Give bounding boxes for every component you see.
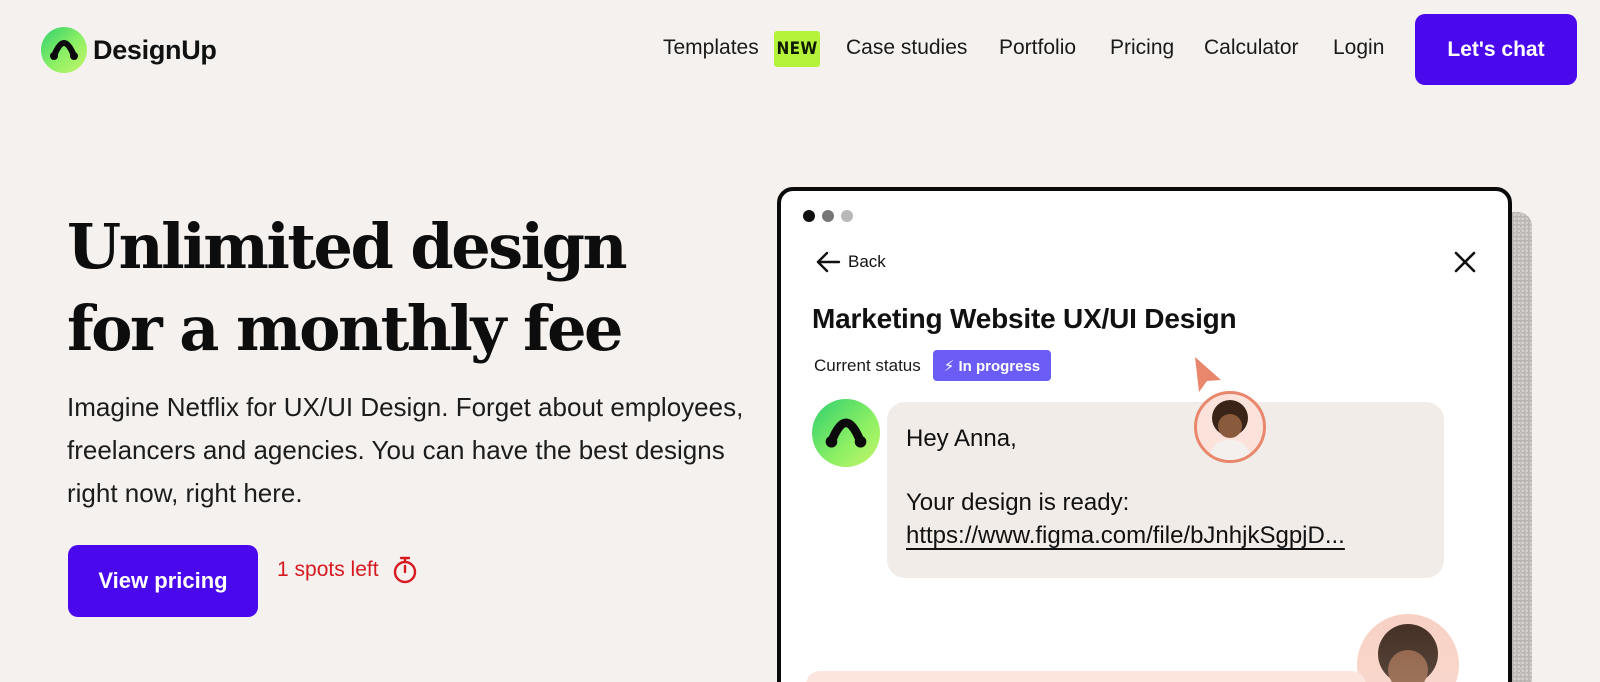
project-title: Marketing Website UX/UI Design [812, 303, 1237, 334]
hero-title-line1: Unlimited design [67, 210, 628, 283]
back-label: Back [848, 252, 886, 271]
window-dot-icon [803, 210, 815, 222]
status-label: Current status [814, 355, 921, 375]
lets-chat-button[interactable]: Let's chat [1415, 14, 1577, 85]
view-pricing-button[interactable]: View pricing [68, 545, 258, 617]
nav-portfolio[interactable]: Portfolio [999, 35, 1076, 61]
nav-calculator[interactable]: Calculator [1204, 35, 1299, 61]
message-greeting: Hey Anna, [906, 425, 1017, 452]
hero-title-line2: for a monthly fee [67, 292, 624, 365]
designup-avatar [812, 399, 880, 467]
window-dot-icon [822, 210, 834, 222]
logo-icon [825, 418, 867, 448]
hero-title: Unlimited design for a monthly fee [67, 206, 727, 370]
cursor-icon [1195, 357, 1221, 392]
window-controls [803, 210, 860, 222]
nav-pricing[interactable]: Pricing [1110, 35, 1174, 61]
chat-message: Hey Anna, Your design is ready: https://… [887, 402, 1444, 578]
person-avatar-icon [1209, 400, 1251, 460]
nav-templates[interactable]: Templates [663, 35, 759, 61]
spots-left-notice: 1 spots left [277, 555, 419, 585]
close-icon[interactable] [1453, 250, 1477, 274]
stopwatch-icon [391, 555, 419, 585]
nav-login[interactable]: Login [1333, 35, 1384, 61]
fade-overlay [781, 591, 1508, 682]
status-badge: ⚡ In progress [932, 350, 1052, 381]
hero-subtitle: Imagine Netflix for UX/UI Design. Forget… [67, 392, 744, 508]
status-row: Current status ⚡ In progress [814, 350, 1052, 381]
nav-case-studies[interactable]: Case studies [846, 35, 967, 61]
figma-link[interactable]: https://www.figma.com/file/bJnhjkSgpjD..… [906, 522, 1418, 550]
spots-left-text: 1 spots left [277, 558, 379, 581]
site-header: DesignUp Templates Case studies Portfoli… [0, 0, 1600, 100]
anna-avatar [1194, 391, 1266, 463]
back-link[interactable]: Back [815, 251, 886, 273]
new-badge: NEW [774, 31, 820, 67]
mock-project-window: Back Marketing Website UX/UI Design Curr… [777, 187, 1512, 682]
arrow-left-icon [816, 251, 841, 273]
window-dot-icon [841, 210, 853, 222]
message-text: Your design is ready: [906, 489, 1130, 516]
